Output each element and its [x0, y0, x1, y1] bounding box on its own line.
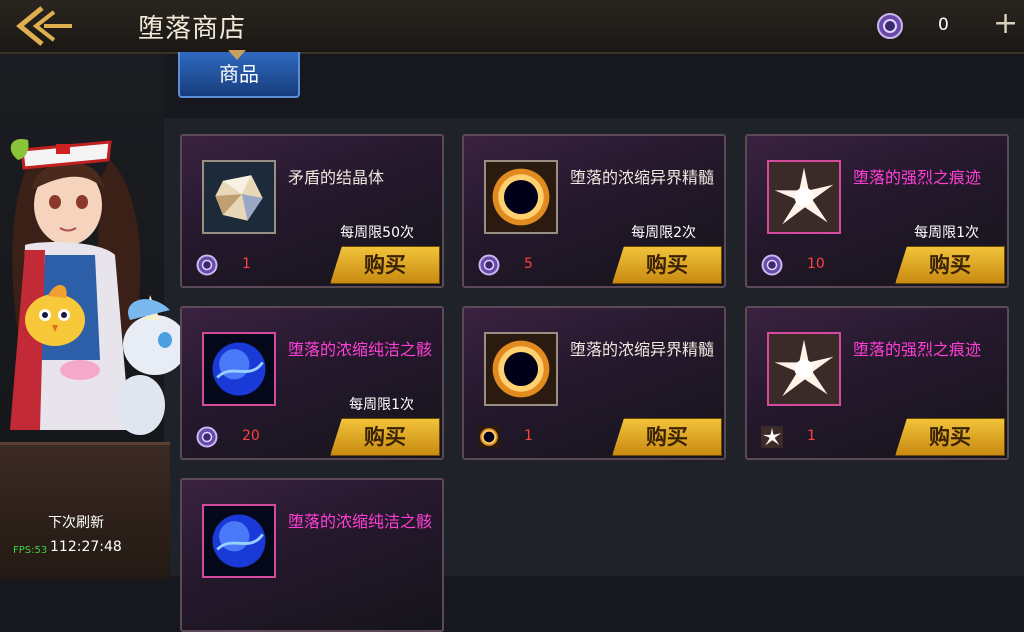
back-arrow-icon[interactable] — [14, 4, 74, 48]
currency-value: 0 — [938, 15, 949, 35]
item-icon-frame[interactable] — [202, 332, 276, 406]
flash-burst-icon — [769, 334, 839, 404]
purchase-limit: 每周限1次 — [349, 397, 414, 413]
purple-coin-icon — [877, 13, 903, 39]
buy-button[interactable]: 购买 — [330, 418, 440, 456]
price-value: 1 — [242, 256, 251, 272]
item-name: 堕落的浓缩纯洁之骸 — [288, 512, 433, 531]
buy-button[interactable]: 购买 — [612, 246, 722, 284]
blue-orb-icon — [204, 506, 274, 576]
purple-coin-icon — [478, 254, 500, 276]
buy-button[interactable]: 购买 — [612, 418, 722, 456]
flash-burst-icon — [769, 162, 839, 232]
next-refresh-timer: 112:27:48 — [50, 539, 122, 555]
shopkeeper-character-art — [10, 139, 187, 435]
purchase-limit: 每周限50次 — [340, 225, 414, 241]
crystal-icon — [204, 162, 274, 232]
purple-coin-icon — [196, 426, 218, 448]
item-name: 矛盾的结晶体 — [288, 168, 385, 187]
top-bar: 堕落商店 0 + — [0, 0, 1024, 54]
shop-item-card[interactable]: 堕落的浓缩异界精髓 1 购买 — [462, 306, 726, 460]
purple-coin-icon — [761, 254, 783, 276]
purple-coin-icon — [196, 254, 218, 276]
price-value: 1 — [524, 428, 533, 444]
item-icon-frame[interactable] — [767, 332, 841, 406]
fps-counter: FPS:53 — [13, 545, 48, 556]
dark-sun-icon — [486, 334, 556, 404]
item-name: 堕落的浓缩异界精髓 — [570, 168, 715, 187]
wooden-counter — [0, 442, 170, 579]
next-refresh-label: 下次刷新 — [48, 515, 104, 531]
shop-item-card[interactable]: 堕落的强烈之痕迹 1 购买 — [745, 306, 1009, 460]
item-name: 堕落的强烈之痕迹 — [853, 340, 982, 359]
shop-item-card[interactable]: 堕落的浓缩异界精髓每周限2次 5 购买 — [462, 134, 726, 288]
dark-sun-icon — [486, 162, 556, 232]
item-icon-frame[interactable] — [202, 504, 276, 578]
item-icon-frame[interactable] — [484, 332, 558, 406]
shop-item-card[interactable]: 矛盾的结晶体每周限50次 1 购买 — [180, 134, 444, 288]
item-name: 堕落的强烈之痕迹 — [853, 168, 982, 187]
item-name: 堕落的浓缩纯洁之骸 — [288, 340, 433, 359]
item-icon-frame[interactable] — [767, 160, 841, 234]
dark-sun-icon — [478, 426, 500, 448]
add-currency-icon[interactable]: + — [993, 9, 1018, 39]
purchase-limit: 每周限2次 — [631, 225, 696, 241]
buy-button[interactable]: 购买 — [330, 246, 440, 284]
blue-orb-icon — [204, 334, 274, 404]
tab-indicator-icon — [228, 50, 246, 60]
buy-button[interactable]: 购买 — [895, 418, 1005, 456]
purchase-limit: 每周限1次 — [914, 225, 979, 241]
shop-item-card[interactable]: 堕落的浓缩纯洁之骸 — [180, 478, 444, 632]
price-value: 20 — [242, 428, 260, 444]
item-icon-frame[interactable] — [484, 160, 558, 234]
shop-item-card[interactable]: 堕落的浓缩纯洁之骸每周限1次 20 购买 — [180, 306, 444, 460]
item-icon-frame[interactable] — [202, 160, 276, 234]
price-value: 1 — [807, 428, 816, 444]
buy-button[interactable]: 购买 — [895, 246, 1005, 284]
price-value: 5 — [524, 256, 533, 272]
shop-item-card[interactable]: 堕落的强烈之痕迹每周限1次 10 购买 — [745, 134, 1009, 288]
page-title: 堕落商店 — [138, 14, 247, 44]
flash-burst-icon — [761, 426, 783, 448]
price-value: 10 — [807, 256, 825, 272]
item-name: 堕落的浓缩异界精髓 — [570, 340, 715, 359]
